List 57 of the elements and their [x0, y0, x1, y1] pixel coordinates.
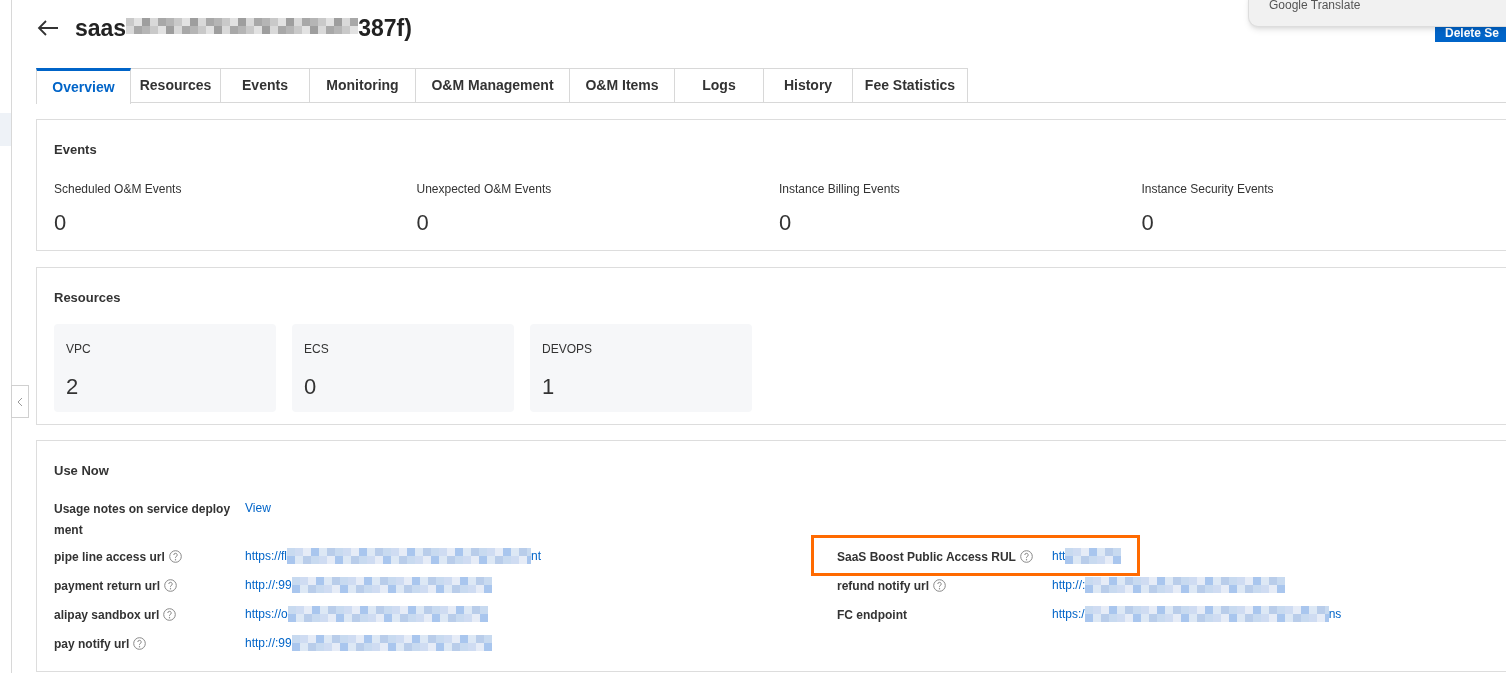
back-arrow-icon[interactable] — [37, 20, 59, 36]
help-icon[interactable] — [1019, 549, 1033, 563]
url-link[interactable]: http://:99 — [245, 633, 292, 652]
field-label: FC endpoint — [837, 607, 907, 622]
help-icon[interactable] — [168, 549, 182, 563]
tab[interactable]: Fee Statistics — [853, 68, 968, 102]
url-link[interactable]: https://o — [245, 604, 288, 623]
resource-label: VPC — [66, 340, 92, 358]
page-title: saas — [75, 13, 127, 43]
stat-label: Instance Billing Events — [779, 180, 901, 198]
tab[interactable]: Monitoring — [310, 68, 416, 102]
url-link[interactable]: http://: — [1052, 575, 1086, 594]
tab[interactable]: O&M Management — [416, 68, 570, 102]
tab[interactable]: History — [764, 68, 853, 102]
tab[interactable]: Events — [221, 68, 310, 102]
url-link[interactable]: htt — [1052, 546, 1066, 565]
field-label: Usage notes on service deployment — [54, 501, 231, 537]
resource-count: 1 — [542, 372, 556, 401]
url-link[interactable]: https://fl — [245, 546, 288, 565]
url-link[interactable]: View — [245, 498, 271, 517]
url-link[interactable]: https:/ — [1052, 604, 1085, 623]
help-icon[interactable] — [163, 607, 177, 621]
field-label: refund notify url — [837, 578, 929, 593]
field-label: SaaS Boost Public Access RUL — [837, 549, 1016, 564]
field-label: alipay sandbox url — [54, 607, 160, 622]
tab[interactable]: Logs — [675, 68, 764, 102]
stat-value: 0 — [1141, 208, 1155, 237]
field-label: pay notify url — [54, 636, 130, 651]
url-link[interactable]: ns — [1328, 604, 1342, 623]
stat-value: 0 — [779, 208, 793, 237]
sidebar-item-highlight — [0, 113, 11, 146]
url-link[interactable]: http://:99 — [245, 575, 292, 594]
collapse-button[interactable] — [11, 385, 29, 418]
section-title: Events — [54, 141, 98, 159]
tab[interactable]: Resources — [131, 68, 221, 102]
popup-label: Google Translate — [1269, 0, 1361, 14]
help-icon[interactable] — [164, 578, 178, 592]
tab[interactable]: O&M Items — [570, 68, 675, 102]
tab[interactable]: Overview — [36, 68, 131, 104]
help-icon[interactable] — [133, 636, 147, 650]
chevron-left-icon — [17, 396, 23, 407]
field-label: payment return url — [54, 578, 161, 593]
url-link[interactable]: nt — [531, 546, 542, 565]
page-title: 387f) — [358, 13, 412, 43]
stat-value: 0 — [416, 208, 430, 237]
field-label: pipe line access url — [54, 549, 165, 564]
help-icon[interactable] — [933, 578, 946, 592]
resource-count: 0 — [304, 372, 318, 401]
stat-label: Unexpected O&M Events — [416, 180, 553, 198]
section-title: Resources — [54, 289, 122, 307]
stat-value: 0 — [54, 208, 68, 237]
resource-count: 2 — [66, 372, 80, 401]
resource-label: ECS — [304, 340, 330, 358]
resource-label: DEVOPS — [542, 340, 593, 358]
stat-label: Instance Security Events — [1141, 180, 1275, 198]
section-title: Use Now — [54, 462, 110, 480]
stat-label: Scheduled O&M Events — [54, 180, 183, 198]
